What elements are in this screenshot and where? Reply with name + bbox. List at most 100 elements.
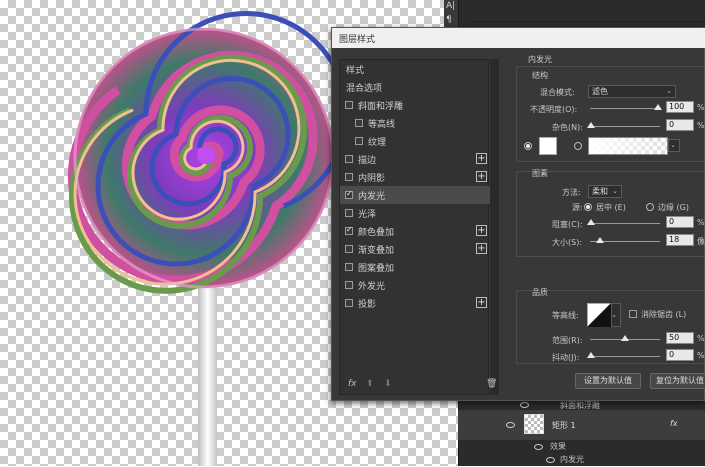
trash-icon[interactable]: 🗑: [486, 379, 497, 389]
style-item[interactable]: 渐变叠加 +: [340, 240, 490, 258]
style-item-label: 纹理: [368, 138, 387, 148]
style-checkbox[interactable]: [345, 299, 353, 307]
add-instance-icon[interactable]: +: [476, 225, 487, 236]
fx-menu-button[interactable]: fx: [348, 379, 357, 389]
lollipop-stick: [198, 285, 217, 466]
opacity-slider-track[interactable]: [590, 108, 660, 109]
noise-slider-track[interactable]: [590, 126, 660, 127]
glow-color-swatch[interactable]: [539, 137, 557, 155]
move-down-icon[interactable]: ⬇: [384, 379, 392, 389]
contour-label: 等高线:: [552, 311, 579, 320]
style-item[interactable]: 纹理: [340, 132, 490, 150]
jitter-slider-thumb[interactable]: [587, 352, 595, 358]
style-item-label: 等高线: [368, 120, 396, 130]
style-item[interactable]: 光泽: [340, 204, 490, 222]
range-label: 范围(R):: [552, 336, 583, 345]
add-instance-icon[interactable]: +: [476, 153, 487, 164]
range-input[interactable]: 50: [666, 332, 694, 344]
style-checkbox[interactable]: [345, 263, 353, 271]
effect-label: 内发光: [560, 455, 584, 464]
antialias-label[interactable]: 消除锯齿 (L): [641, 309, 686, 320]
style-checkbox[interactable]: [345, 155, 353, 163]
elements-title: 图素: [532, 169, 548, 178]
style-item[interactable]: 投影 +: [340, 294, 490, 312]
percent-sign: %: [697, 334, 705, 343]
percent-sign: %: [697, 121, 705, 130]
add-instance-icon[interactable]: +: [476, 171, 487, 182]
styles-header[interactable]: 样式: [340, 60, 490, 78]
source-center-label[interactable]: 居中 (E): [596, 202, 626, 213]
style-checkbox[interactable]: [355, 119, 363, 127]
style-checkbox[interactable]: [345, 173, 353, 181]
style-checkbox[interactable]: [355, 137, 363, 145]
choke-slider-thumb[interactable]: [587, 219, 595, 225]
style-checkbox[interactable]: [345, 245, 353, 253]
layer-effect-inner-glow-row[interactable]: 内发光: [458, 453, 705, 467]
gradient-swatch[interactable]: [588, 137, 668, 155]
method-select[interactable]: 柔和 ⌄: [588, 185, 622, 198]
style-checkbox[interactable]: [345, 101, 353, 109]
eye-icon[interactable]: [520, 402, 529, 408]
contour-dropdown[interactable]: ⌄: [611, 303, 621, 327]
layer-row-rect1[interactable]: 矩形 1 fx: [458, 410, 705, 440]
type-tool-icon[interactable]: A|: [446, 1, 455, 11]
blend-mode-select[interactable]: 滤色 ⌄: [588, 85, 676, 98]
style-checkbox[interactable]: [345, 189, 353, 199]
jitter-slider-track[interactable]: [590, 356, 660, 357]
fx-badge[interactable]: fx: [670, 419, 678, 428]
noise-slider-thumb[interactable]: [587, 122, 595, 128]
style-item[interactable]: 等高线: [340, 114, 490, 132]
dialog-titlebar[interactable]: 图层样式: [332, 28, 705, 48]
color-radio[interactable]: [524, 142, 532, 150]
set-default-button[interactable]: 设置为默认值: [575, 373, 641, 389]
paragraph-icon[interactable]: ¶: [446, 15, 452, 25]
add-instance-icon[interactable]: +: [476, 243, 487, 254]
range-slider-thumb[interactable]: [621, 335, 629, 341]
gradient-picker-dropdown[interactable]: ⌄: [668, 139, 680, 152]
inner-glow-settings: 内发光 结构 混合模式: 滤色 ⌄ 不透明度(O): 100 % 杂色(N): …: [512, 52, 705, 402]
eye-icon[interactable]: [534, 444, 543, 450]
size-input[interactable]: 18: [666, 234, 694, 246]
gradient-radio[interactable]: [574, 142, 582, 150]
noise-input[interactable]: 0: [666, 119, 694, 131]
style-item[interactable]: 斜面和浮雕: [340, 96, 490, 114]
opacity-slider-thumb[interactable]: [654, 104, 662, 110]
jitter-input[interactable]: 0: [666, 349, 694, 361]
source-edge-radio[interactable]: [646, 203, 654, 211]
opacity-input[interactable]: 100: [666, 101, 694, 113]
move-up-icon[interactable]: ⬆: [366, 379, 374, 389]
source-edge-label[interactable]: 边缘 (G): [658, 202, 689, 213]
style-item-label: 内阴影: [358, 174, 386, 184]
jitter-label: 抖动(J):: [552, 353, 580, 362]
layer-effects-row[interactable]: 效果: [458, 440, 705, 454]
style-item[interactable]: 外发光: [340, 276, 490, 294]
chevron-down-icon: ⌄: [666, 87, 672, 95]
choke-slider-track[interactable]: [590, 223, 660, 224]
choke-input[interactable]: 0: [666, 216, 694, 228]
style-item[interactable]: 内阴影 +: [340, 168, 490, 186]
style-item[interactable]: 内发光: [340, 186, 490, 204]
antialias-checkbox[interactable]: [629, 310, 637, 318]
style-checkbox[interactable]: [345, 209, 353, 217]
percent-sign: %: [697, 103, 705, 112]
section-title: 内发光: [528, 55, 552, 64]
style-item[interactable]: 颜色叠加 +: [340, 222, 490, 240]
contour-preview[interactable]: [587, 303, 611, 327]
add-instance-icon[interactable]: +: [476, 297, 487, 308]
style-checkbox[interactable]: [345, 225, 353, 235]
source-center-radio[interactable]: [584, 203, 592, 211]
size-unit: 像: [697, 237, 705, 246]
size-slider-thumb[interactable]: [596, 237, 604, 243]
style-item[interactable]: 图案叠加: [340, 258, 490, 276]
style-checkbox[interactable]: [345, 281, 353, 289]
fx-toolbar: fx ⬆ ⬇ 🗑: [344, 379, 497, 393]
eye-icon[interactable]: [546, 457, 555, 463]
styles-list: 样式 混合选项 斜面和浮雕等高线纹理描边 + 内阴影 + 内发光光泽颜色叠加 + 渐变叠加 +…: [339, 59, 490, 395]
style-item[interactable]: 描边 +: [340, 150, 490, 168]
blend-options-item[interactable]: 混合选项: [340, 78, 490, 96]
list-scrollbar[interactable]: [490, 59, 499, 395]
eye-icon[interactable]: [506, 422, 515, 428]
layer-name[interactable]: 矩形 1: [552, 420, 576, 431]
reset-default-button[interactable]: 复位为默认值: [650, 373, 705, 389]
style-item-label: 投影: [358, 300, 377, 310]
